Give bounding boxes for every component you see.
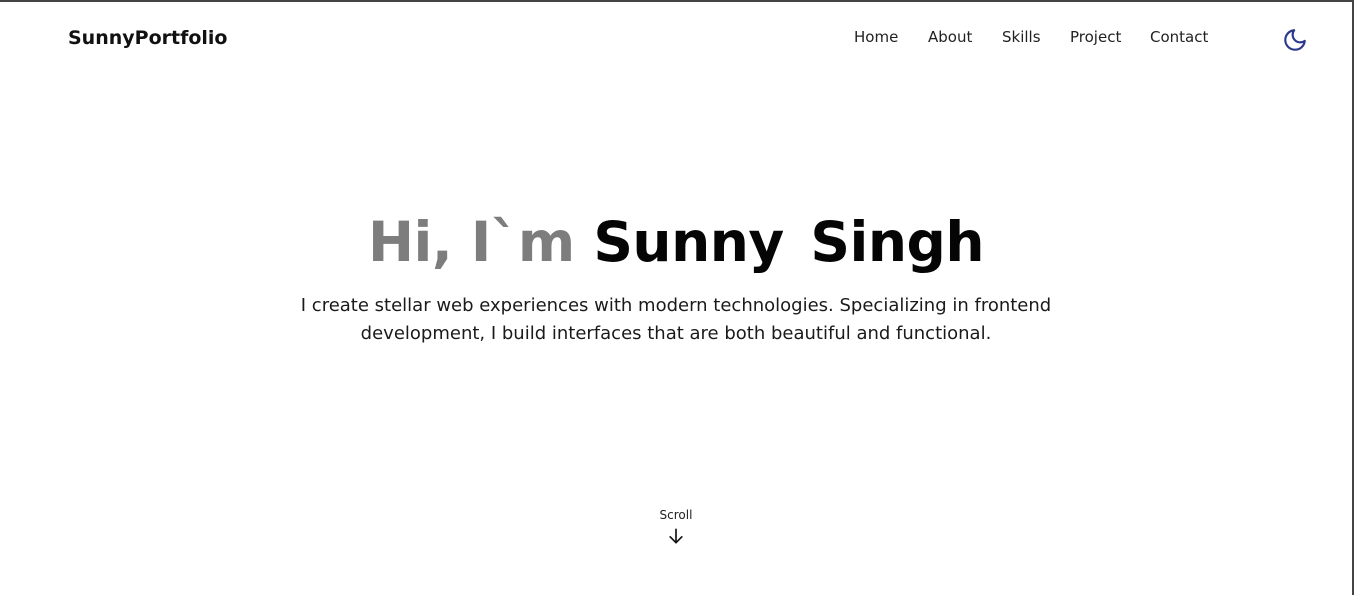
- hero-description: I create stellar web experiences with mo…: [300, 295, 1052, 344]
- nav-link-contact[interactable]: Contact: [1150, 28, 1210, 46]
- navbar: SunnyPortfolio Home About Skills Project…: [0, 2, 1352, 74]
- moon-icon: [1284, 29, 1306, 51]
- theme-toggle-button[interactable]: [1282, 27, 1308, 53]
- nav-link-about[interactable]: About: [928, 28, 1002, 46]
- brand-logo[interactable]: SunnyPortfolio: [68, 27, 227, 49]
- hero-greeting: Hi, I`m: [367, 210, 575, 274]
- nav-link-home[interactable]: Home: [854, 28, 928, 46]
- scroll-label: Scroll: [659, 508, 693, 522]
- hero-section: Hi, I`m Sunny Singh I create stellar web…: [0, 202, 1352, 348]
- nav-links: Home About Skills Project Contact: [854, 28, 1210, 46]
- nav-link-project[interactable]: Project: [1070, 28, 1150, 46]
- page-frame: SunnyPortfolio Home About Skills Project…: [0, 0, 1354, 595]
- nav-link-skills[interactable]: Skills: [1002, 28, 1070, 46]
- arrow-down-icon: [669, 528, 683, 544]
- hero-name: Sunny Singh: [593, 210, 985, 274]
- scroll-indicator[interactable]: Scroll: [626, 508, 726, 546]
- hero-title: Hi, I`m Sunny Singh: [0, 202, 1352, 282]
